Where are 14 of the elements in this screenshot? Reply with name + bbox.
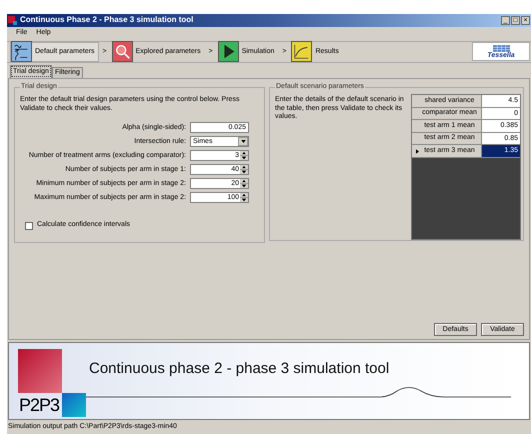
spinner-arrows-icon [240,193,248,202]
p2p3-logo-text: P2P3 [19,395,60,416]
play-icon [218,41,239,62]
dropdown-arrow-icon [238,137,248,146]
spinner-arrows-icon [240,151,248,160]
spinner-arrows-icon [240,165,248,174]
spinner-arrows-icon [240,179,248,188]
curve-chart-icon [291,41,312,62]
magnifier-icon [112,41,133,62]
confidence-checkbox[interactable] [25,222,33,230]
window-title: Continuous Phase 2 - Phase 3 simulation tool [20,16,194,24]
app-icon [8,16,17,25]
p2p3-logo-squares [18,349,86,418]
banner-title: Continuous phase 2 - phase 3 simulation tool [89,360,390,378]
